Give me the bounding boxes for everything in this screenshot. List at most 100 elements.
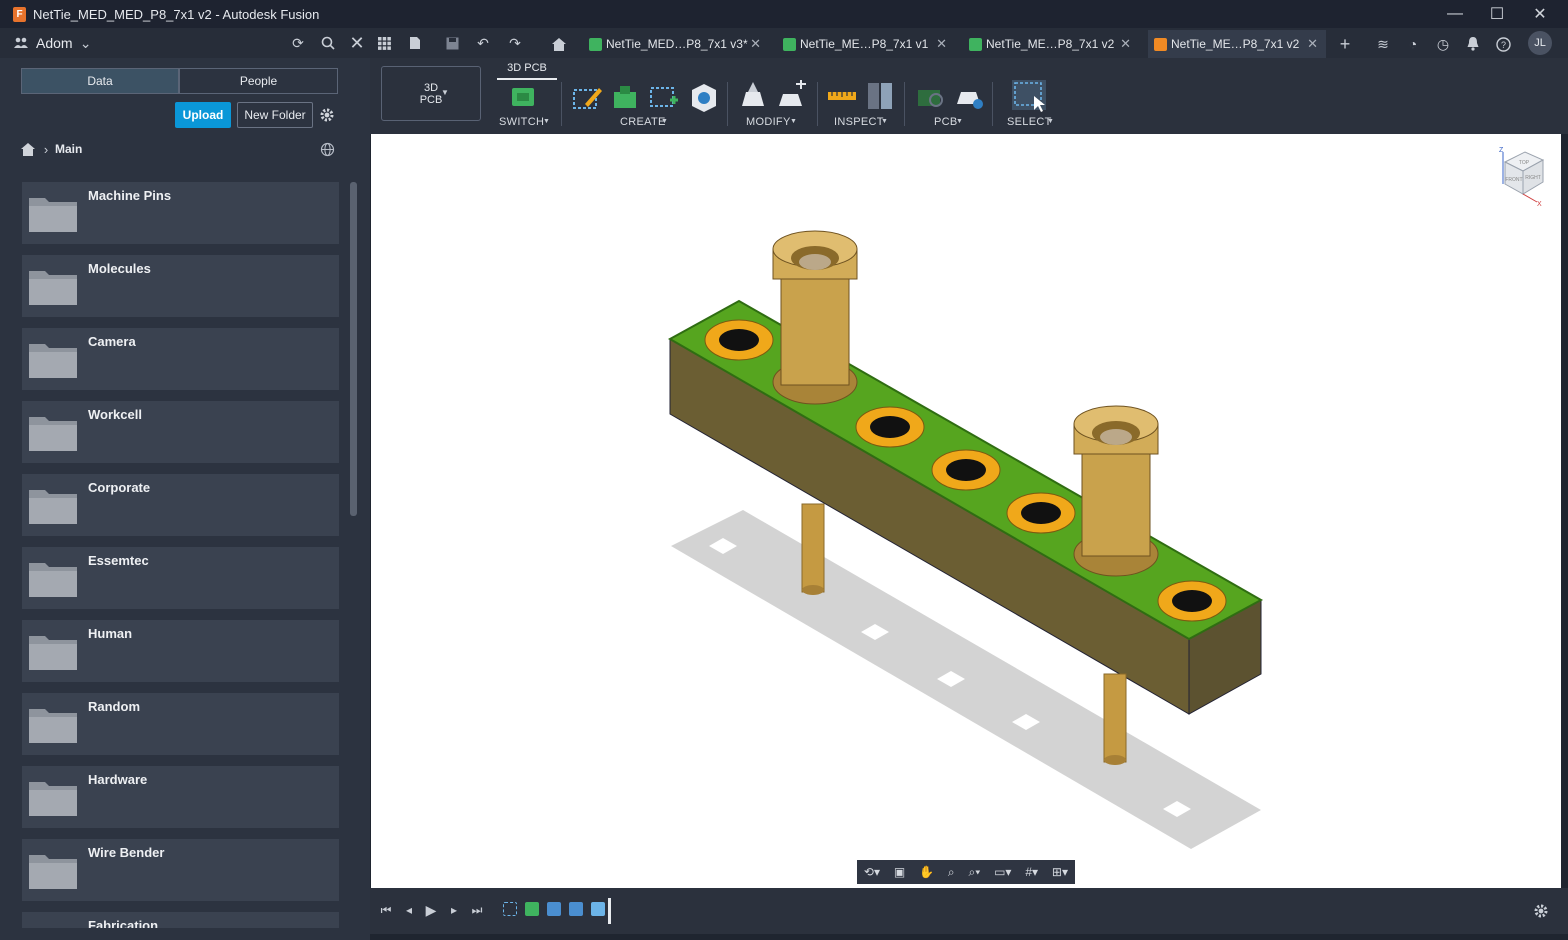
- extensions-icon[interactable]: ≋: [1372, 33, 1394, 55]
- create-sketch-icon[interactable]: [571, 82, 603, 112]
- go-to-start-icon[interactable]: ⏮: [375, 899, 397, 921]
- modify-press-pull-icon[interactable]: [738, 80, 768, 112]
- pcb-settings-icon[interactable]: [954, 82, 986, 112]
- new-tab-icon[interactable]: +: [1334, 33, 1356, 55]
- play-icon[interactable]: ▶: [420, 899, 442, 921]
- viewcube-right-label[interactable]: RIGHT: [1525, 175, 1541, 181]
- team-name[interactable]: Adom: [36, 35, 73, 51]
- timeline-insert-feature-icon[interactable]: [591, 902, 605, 916]
- close-panel-icon[interactable]: ✕: [346, 32, 368, 54]
- 3d-viewport[interactable]: TOP FRONT RIGHT Z X: [371, 134, 1561, 888]
- pcb-group-label[interactable]: PCB: [934, 116, 958, 128]
- folder-item[interactable]: Hardware: [22, 766, 339, 828]
- file-menu-icon[interactable]: [404, 32, 426, 54]
- timeline-sketch-feature-icon[interactable]: [503, 902, 517, 916]
- create-group-label[interactable]: CREATE: [620, 116, 666, 128]
- pcb-push-to-board-icon[interactable]: [914, 82, 946, 112]
- help-icon[interactable]: ?: [1492, 33, 1514, 55]
- folder-icon: [29, 563, 77, 597]
- online-status-icon[interactable]: ◔: [1402, 33, 1424, 55]
- timeline-body-feature-icon[interactable]: [569, 902, 583, 916]
- chevron-down-icon[interactable]: ⌄: [75, 32, 97, 54]
- apps-grid-icon[interactable]: [373, 32, 395, 54]
- switch-to-pcb-icon[interactable]: [508, 84, 538, 112]
- zoom-icon[interactable]: ⌕: [948, 865, 955, 880]
- undo-icon[interactable]: ↶: [472, 32, 494, 54]
- new-folder-button[interactable]: New Folder: [237, 102, 313, 128]
- viewcube-front-label[interactable]: FRONT: [1505, 177, 1522, 183]
- timeline-settings-gear-icon[interactable]: [1530, 900, 1552, 922]
- create-component-icon[interactable]: [609, 82, 641, 112]
- modify-group-label[interactable]: MODIFY: [746, 116, 791, 128]
- inspect-section-analysis-icon[interactable]: [865, 80, 895, 112]
- search-icon[interactable]: [317, 32, 339, 54]
- timeline-marker[interactable]: [608, 898, 611, 924]
- gear-icon[interactable]: [316, 104, 338, 126]
- document-tab-1[interactable]: NetTie_MED…P8_7x1 v3* ✕: [583, 30, 769, 58]
- folder-item[interactable]: Fabrication: [22, 912, 339, 928]
- folder-item[interactable]: Workcell: [22, 401, 339, 463]
- select-group-label[interactable]: SELECT: [1007, 116, 1052, 128]
- folder-item[interactable]: Corporate: [22, 474, 339, 536]
- viewcube-widget[interactable]: TOP FRONT RIGHT Z X: [1495, 144, 1551, 208]
- upload-button[interactable]: Upload: [175, 102, 231, 128]
- close-tab-icon[interactable]: ✕: [1307, 36, 1318, 52]
- maximize-button[interactable]: ☐: [1476, 0, 1518, 28]
- inspect-measure-icon[interactable]: [826, 82, 858, 110]
- folder-item[interactable]: Human: [22, 620, 339, 682]
- folder-item[interactable]: Wire Bender: [22, 839, 339, 901]
- select-window-icon[interactable]: [1010, 78, 1048, 114]
- close-button[interactable]: ✕: [1519, 0, 1561, 28]
- redo-icon[interactable]: ↷: [504, 32, 526, 54]
- viewports-icon[interactable]: ⊞▾: [1052, 865, 1068, 879]
- close-tab-icon[interactable]: ✕: [750, 36, 761, 52]
- save-icon[interactable]: [441, 32, 463, 54]
- folder-item[interactable]: Molecules: [22, 255, 339, 317]
- inspect-group-label[interactable]: INSPECT: [834, 116, 884, 128]
- pcb-3d-model[interactable]: [371, 134, 1561, 888]
- job-status-icon[interactable]: ◷: [1432, 33, 1454, 55]
- folder-item[interactable]: Machine Pins: [22, 182, 339, 244]
- title-bar: F NetTie_MED_MED_P8_7x1 v2 - Autodesk Fu…: [0, 0, 1568, 28]
- folder-icon: [29, 636, 77, 670]
- go-to-end-icon[interactable]: ⏭: [466, 899, 488, 921]
- document-tab-3[interactable]: NetTie_ME…P8_7x1 v2 ✕: [963, 30, 1139, 58]
- step-forward-icon[interactable]: ▸: [443, 899, 465, 921]
- switch-group-label[interactable]: SWITCH: [499, 116, 544, 128]
- create-outline-icon[interactable]: [648, 82, 680, 112]
- display-settings-icon[interactable]: ▭▾: [994, 865, 1011, 879]
- folder-item[interactable]: Camera: [22, 328, 339, 390]
- document-tab-2[interactable]: NetTie_ME…P8_7x1 v1 ✕: [777, 30, 955, 58]
- tab-3d-pcb[interactable]: 3D PCB: [497, 58, 557, 80]
- minimize-button[interactable]: —: [1434, 0, 1476, 28]
- z-axis-label: Z: [1499, 147, 1504, 154]
- modify-move-icon[interactable]: [776, 80, 808, 112]
- viewcube-top-label[interactable]: TOP: [1519, 160, 1530, 166]
- fit-window-icon[interactable]: ⌕▾: [968, 865, 980, 880]
- timeline-body-feature-icon[interactable]: [547, 902, 561, 916]
- home-icon[interactable]: [548, 33, 570, 55]
- close-tab-icon[interactable]: ✕: [1120, 36, 1131, 52]
- folder-item[interactable]: Essemtec: [22, 547, 339, 609]
- look-at-icon[interactable]: ▣: [894, 865, 905, 879]
- create-3d-body-icon[interactable]: [688, 82, 720, 112]
- close-tab-icon[interactable]: ✕: [936, 36, 947, 52]
- people-segment-button[interactable]: People: [179, 68, 338, 94]
- orbit-icon[interactable]: ⟲▾: [864, 865, 880, 879]
- notifications-bell-icon[interactable]: [1462, 33, 1484, 55]
- workspace-selector[interactable]: 3D PCB: [381, 66, 481, 121]
- grid-settings-icon[interactable]: #▾: [1025, 865, 1038, 879]
- pan-hand-icon[interactable]: ✋: [919, 865, 934, 879]
- document-tab-4[interactable]: NetTie_ME…P8_7x1 v2 ✕: [1148, 30, 1326, 58]
- machine-pin-left: [772, 230, 858, 405]
- timeline-component-feature-icon[interactable]: [525, 902, 539, 916]
- refresh-icon[interactable]: ⟳: [287, 32, 309, 54]
- share-globe-icon[interactable]: [316, 138, 338, 160]
- sidebar-scrollbar[interactable]: [350, 182, 357, 516]
- step-back-icon[interactable]: ◂: [398, 899, 420, 921]
- breadcrumb-main[interactable]: Main: [55, 142, 82, 156]
- user-avatar[interactable]: JL: [1528, 31, 1552, 55]
- folder-item[interactable]: Random: [22, 693, 339, 755]
- x-axis-label: X: [1537, 201, 1542, 208]
- data-segment-button[interactable]: Data: [21, 68, 179, 94]
